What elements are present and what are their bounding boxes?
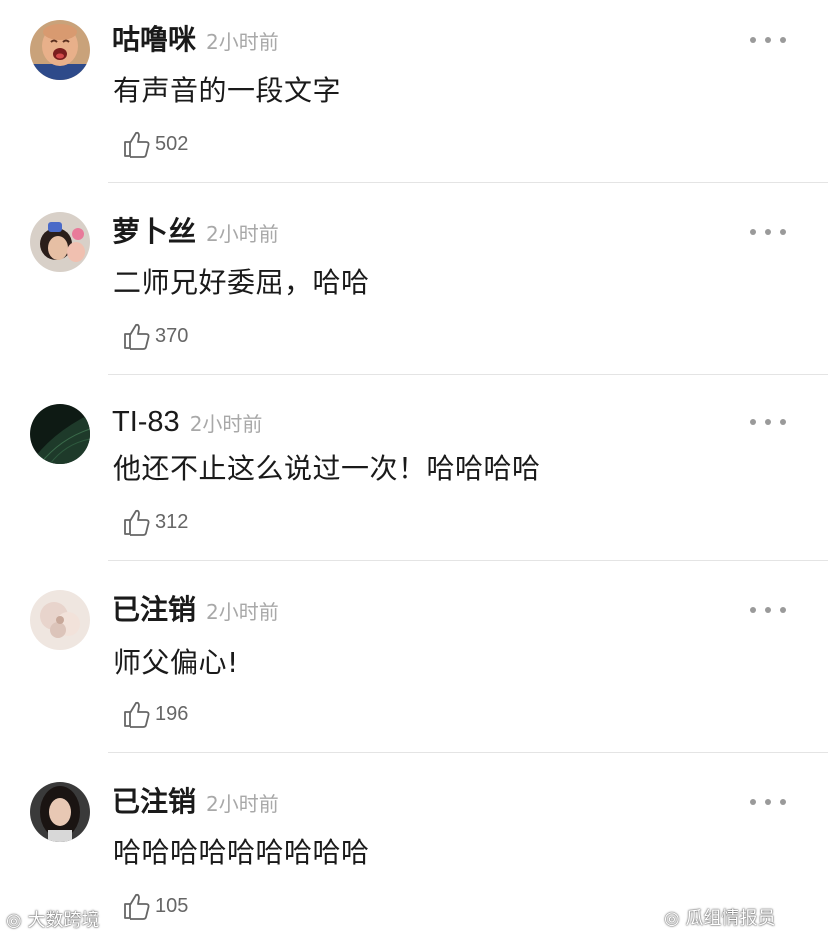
username[interactable]: 已注销 2小时前 (112, 594, 279, 628)
watermark-left: ◎ 大数跨境 (6, 906, 99, 932)
more-options-button[interactable] (750, 30, 786, 50)
more-icon-dot (780, 37, 786, 43)
more-icon-dot (780, 799, 786, 805)
comment-text: 有声音的一段文字 (113, 74, 342, 107)
more-icon-dot (750, 607, 756, 613)
more-icon-dot (780, 419, 786, 425)
more-icon-dot (780, 607, 786, 613)
more-options-button[interactable] (750, 600, 786, 620)
username-text[interactable]: 萝卜丝 (112, 215, 196, 248)
thumbs-up-icon (124, 323, 150, 350)
divider (108, 182, 828, 183)
more-icon-dot (750, 229, 756, 235)
comment-text: 他还不止这么说过一次！哈哈哈哈 (113, 452, 541, 485)
divider (108, 560, 828, 561)
username[interactable]: 已注销 2小时前 (112, 786, 279, 820)
more-icon-dot (780, 229, 786, 235)
watermark-right-text: 瓜组情报员 (685, 908, 776, 929)
avatar[interactable] (30, 782, 90, 842)
like-count: 370 (155, 324, 189, 347)
like-button[interactable]: 502 (120, 128, 188, 160)
more-options-button[interactable] (750, 792, 786, 812)
username-text[interactable]: 已注销 (112, 785, 196, 818)
more-options-button[interactable] (750, 222, 786, 242)
avatar[interactable] (30, 20, 90, 80)
divider (108, 752, 828, 753)
username[interactable]: 咕噜咪 2小时前 (112, 24, 279, 58)
comment-text: 哈哈哈哈哈哈哈哈哈 (113, 836, 370, 869)
like-button[interactable]: 370 (120, 320, 188, 352)
timestamp: 2小时前 (206, 222, 279, 246)
more-icon-dot (765, 229, 771, 235)
crying-baby-avatar-icon (30, 20, 90, 80)
watermark-right: ◎ 瓜组情报员 (664, 904, 775, 930)
like-count: 196 (155, 702, 189, 725)
username-text[interactable]: 已注销 (112, 593, 196, 626)
more-icon-dot (750, 799, 756, 805)
more-icon-dot (765, 799, 771, 805)
more-icon-dot (750, 37, 756, 43)
like-count: 105 (155, 894, 189, 917)
username-text[interactable]: TI-83 (112, 406, 180, 438)
more-icon-dot (765, 419, 771, 425)
thumbs-up-icon (124, 893, 150, 920)
timestamp: 2小时前 (206, 600, 279, 624)
dark-green-avatar-icon (30, 404, 90, 464)
username[interactable]: TI-83 2小时前 (112, 406, 262, 440)
username[interactable]: 萝卜丝 2小时前 (112, 216, 279, 250)
like-count: 502 (155, 132, 189, 155)
timestamp: 2小时前 (189, 412, 263, 436)
avatar[interactable] (30, 590, 90, 650)
like-button[interactable]: 196 (120, 698, 188, 730)
more-icon-dot (765, 37, 771, 43)
comment-text: 二师兄好委屈，哈哈 (113, 266, 370, 299)
thumbs-up-icon (124, 131, 150, 158)
like-button[interactable]: 105 (120, 890, 188, 922)
avatar[interactable] (30, 404, 90, 464)
portrait-avatar-icon (30, 782, 90, 842)
timestamp: 2小时前 (206, 30, 279, 54)
more-icon-dot (765, 607, 771, 613)
more-options-button[interactable] (750, 412, 786, 432)
watermark-left-text: 大数跨境 (27, 910, 100, 931)
selfie-avatar-icon (30, 212, 90, 272)
like-button[interactable]: 312 (120, 506, 188, 538)
weibo-logo-icon: ◎ (6, 910, 22, 931)
like-count: 312 (155, 510, 189, 533)
thumbs-up-icon (124, 701, 150, 728)
weibo-logo-icon: ◎ (664, 908, 680, 929)
more-icon-dot (750, 419, 756, 425)
timestamp: 2小时前 (206, 792, 279, 816)
comment-feed: 咕噜咪 2小时前 有声音的一段文字 502 萝卜丝 2小时前 二师兄好委屈，哈哈… (0, 0, 828, 936)
divider (108, 374, 828, 375)
thumbs-up-icon (124, 509, 150, 536)
comment-text: 师父偏心! (113, 646, 239, 679)
pale-flower-avatar-icon (30, 590, 90, 650)
avatar[interactable] (30, 212, 90, 272)
username-text[interactable]: 咕噜咪 (112, 23, 196, 56)
